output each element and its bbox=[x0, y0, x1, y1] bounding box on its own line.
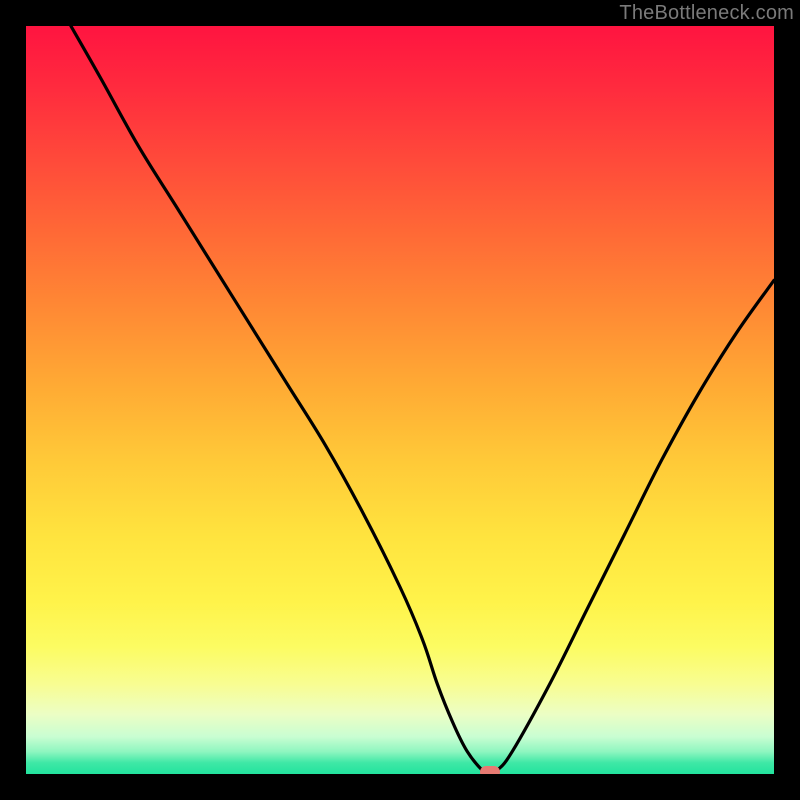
bottleneck-curve bbox=[26, 26, 774, 774]
chart-frame: TheBottleneck.com bbox=[0, 0, 800, 800]
plot-area bbox=[26, 26, 774, 774]
watermark-text: TheBottleneck.com bbox=[619, 2, 794, 25]
optimum-marker bbox=[480, 766, 500, 774]
